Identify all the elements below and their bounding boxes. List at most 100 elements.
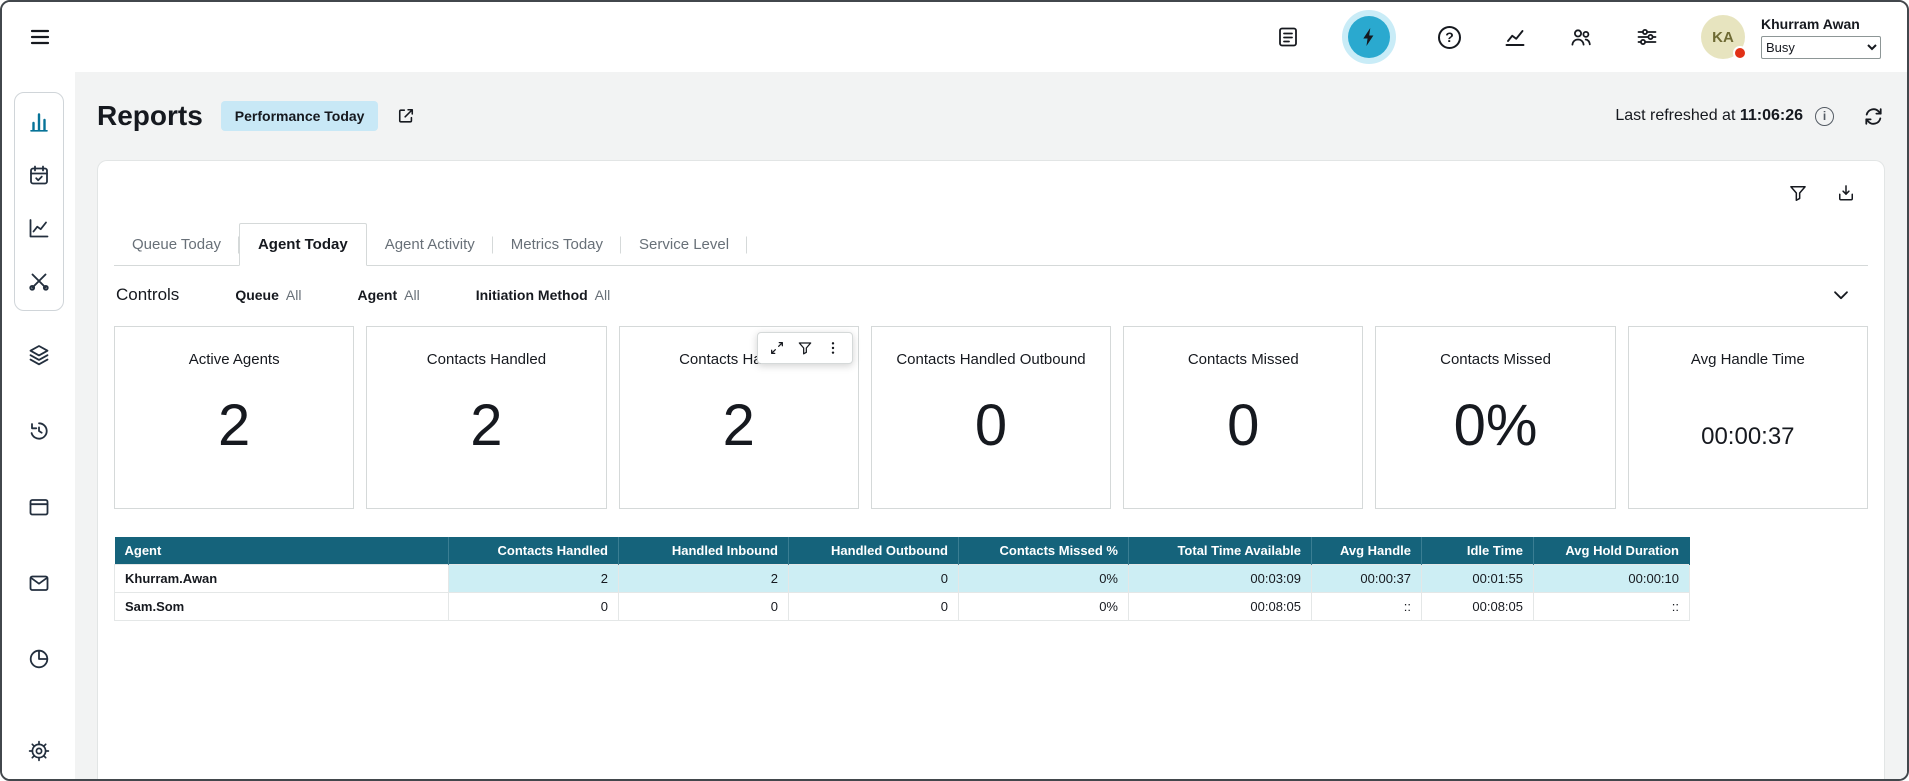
mail-icon[interactable] <box>27 571 51 595</box>
user-block: Khurram Awan Busy <box>1761 16 1881 59</box>
column-header-handled-inbound[interactable]: Handled Inbound <box>619 537 789 565</box>
avatar-initials: KA <box>1712 29 1734 46</box>
pie-chart-icon[interactable] <box>27 647 51 671</box>
report-badge[interactable]: Performance Today <box>221 101 379 131</box>
cell-contacts-missed-pct: 0% <box>959 565 1129 593</box>
sidebar <box>2 72 75 779</box>
tab-metrics-today[interactable]: Metrics Today <box>493 224 621 265</box>
kpi-title: Contacts Missed <box>1376 351 1614 368</box>
crossed-tools-icon[interactable] <box>27 269 51 293</box>
table-row: Sam.Som 0 0 0 0% 00:08:05 :: 00:08:05 :: <box>115 593 1690 621</box>
kpi-contacts-missed-pct: Contacts Missed 0% <box>1375 326 1615 509</box>
report-panel: Queue Today Agent Today Agent Activity M… <box>97 160 1885 779</box>
kpi-title: Avg Handle Time <box>1629 351 1867 368</box>
column-header-avg-hold-duration[interactable]: Avg Hold Duration <box>1534 537 1690 565</box>
cell-avg-hold-duration: 00:00:10 <box>1534 565 1690 593</box>
status-select[interactable]: Busy <box>1761 36 1881 59</box>
topbar-actions: ? KA Khurram Awan Busy <box>1276 15 1881 59</box>
avatar[interactable]: KA <box>1701 15 1745 59</box>
sliders-icon[interactable] <box>1635 25 1659 49</box>
cell-contacts-handled: 0 <box>449 593 619 621</box>
filter-initiation-method[interactable]: Initiation Method All <box>476 287 611 303</box>
tab-agent-activity[interactable]: Agent Activity <box>367 224 493 265</box>
help-glyph: ? <box>1445 29 1454 45</box>
filter-queue-value: All <box>286 287 302 303</box>
kebab-menu-icon[interactable] <box>825 340 841 356</box>
last-refreshed-time: 11:06:26 <box>1740 107 1803 124</box>
analytics-icon[interactable] <box>1503 25 1527 49</box>
tab-queue-today[interactable]: Queue Today <box>114 224 239 265</box>
filter-agent[interactable]: Agent All <box>357 287 419 303</box>
cell-avg-handle: 00:00:37 <box>1312 565 1422 593</box>
kpi-contacts-handled-outbound: Contacts Handled Outbound 0 <box>871 326 1111 509</box>
kpi-avg-handle-time: Avg Handle Time 00:00:37 <box>1628 326 1868 509</box>
panel-actions <box>1788 183 1856 203</box>
cell-avg-hold-duration: :: <box>1534 593 1690 621</box>
column-header-idle-time[interactable]: Idle Time <box>1422 537 1534 565</box>
column-header-handled-outbound[interactable]: Handled Outbound <box>789 537 959 565</box>
filter-initiation-name: Initiation Method <box>476 287 588 303</box>
kpi-value: 00:00:37 <box>1629 424 1867 450</box>
kpi-value: 2 <box>115 394 353 458</box>
kpi-title: Active Agents <box>115 351 353 368</box>
help-icon[interactable]: ? <box>1438 26 1461 49</box>
calendar-icon[interactable] <box>27 163 51 187</box>
app-window: ? KA Khurram Awan Busy <box>0 0 1909 781</box>
users-icon[interactable] <box>1569 25 1593 49</box>
line-chart-icon[interactable] <box>27 216 51 240</box>
cell-handled-inbound: 2 <box>619 565 789 593</box>
bar-chart-icon[interactable] <box>27 110 51 134</box>
kpi-active-agents: Active Agents 2 <box>114 326 354 509</box>
filter-agent-value: All <box>404 287 420 303</box>
cell-contacts-handled: 2 <box>449 565 619 593</box>
cell-idle-time: 00:08:05 <box>1422 593 1534 621</box>
column-header-total-time-available[interactable]: Total Time Available <box>1129 537 1312 565</box>
column-header-contacts-handled[interactable]: Contacts Handled <box>449 537 619 565</box>
agent-name-cell: Khurram.Awan <box>115 565 449 593</box>
refresh-area: Last refreshed at 11:06:26 i <box>1615 105 1885 128</box>
filter-initiation-value: All <box>595 287 611 303</box>
agent-metrics-table: Agent Contacts Handled Handled Inbound H… <box>114 537 1690 621</box>
column-header-avg-handle[interactable]: Avg Handle <box>1312 537 1422 565</box>
tab-agent-today[interactable]: Agent Today <box>239 223 367 266</box>
external-link-icon[interactable] <box>396 106 416 126</box>
tab-service-level[interactable]: Service Level <box>621 224 747 265</box>
info-icon[interactable]: i <box>1815 107 1834 126</box>
quick-actions-button[interactable] <box>1348 16 1390 58</box>
kpi-contacts-handled: Contacts Handled 2 <box>366 326 606 509</box>
cell-total-time-available: 00:03:09 <box>1129 565 1312 593</box>
hamburger-menu-icon[interactable] <box>28 25 52 49</box>
kpi-value: 0 <box>1124 394 1362 458</box>
expand-icon[interactable] <box>769 340 785 356</box>
layers-icon[interactable] <box>27 343 51 367</box>
cell-total-time-available: 00:08:05 <box>1129 593 1312 621</box>
filter-agent-name: Agent <box>357 287 397 303</box>
kpi-value: 0 <box>872 394 1110 458</box>
gear-icon[interactable] <box>27 739 51 763</box>
sidebar-secondary-group <box>27 343 51 671</box>
cell-avg-handle: :: <box>1312 593 1422 621</box>
tab-bar: Queue Today Agent Today Agent Activity M… <box>114 223 1868 266</box>
browser-window-icon[interactable] <box>27 495 51 519</box>
chevron-down-icon[interactable] <box>1830 284 1852 306</box>
column-header-agent[interactable]: Agent <box>115 537 449 565</box>
kpi-value: 2 <box>367 394 605 458</box>
filter-queue-name: Queue <box>235 287 279 303</box>
agent-name-cell: Sam.Som <box>115 593 449 621</box>
controls-bar: Controls QueueAll AgentAll Initiation Me… <box>114 266 1868 322</box>
filter-icon[interactable] <box>797 340 813 356</box>
status-busy-dot <box>1733 46 1747 60</box>
kpi-title: Contacts Handled Outbound <box>872 351 1110 368</box>
filter-queue[interactable]: Queue All <box>235 287 301 303</box>
notes-icon[interactable] <box>1276 25 1300 49</box>
refresh-icon[interactable] <box>1862 105 1885 128</box>
history-icon[interactable] <box>27 419 51 443</box>
export-icon[interactable] <box>1836 183 1856 203</box>
kpi-contacts-handled-2: Contacts Handled 2 <box>619 326 859 509</box>
column-header-contacts-missed-pct[interactable]: Contacts Missed % <box>959 537 1129 565</box>
topbar: ? KA Khurram Awan Busy <box>2 2 1907 72</box>
kpi-hover-toolbar <box>757 332 853 364</box>
filter-icon[interactable] <box>1788 183 1808 203</box>
user-name: Khurram Awan <box>1761 16 1881 32</box>
sidebar-metrics-group <box>14 92 64 311</box>
